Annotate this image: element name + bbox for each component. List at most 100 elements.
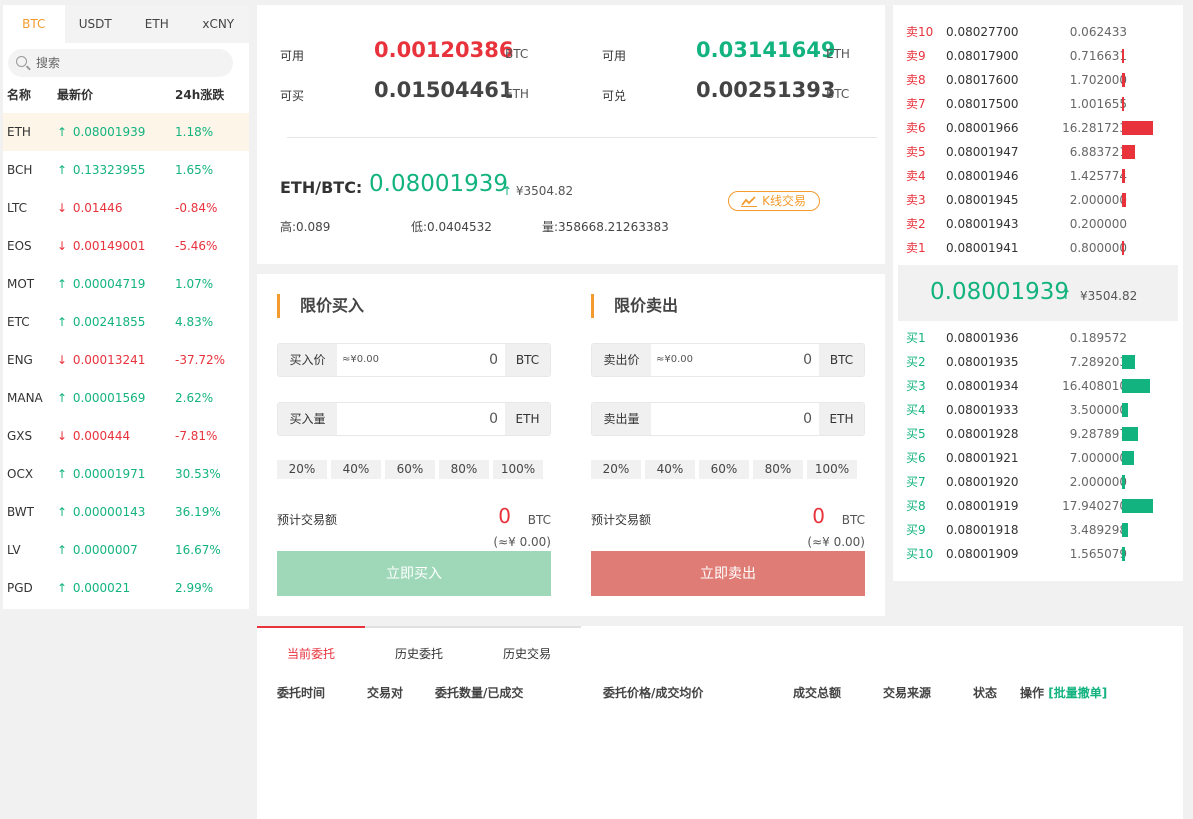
ask-row[interactable]: 卖2 0.08001943 0.200000 (893, 212, 1183, 236)
sell-now-button[interactable]: 立即卖出 (591, 551, 865, 596)
market-row[interactable]: PGD ↑ 0.000021 2.99% (3, 569, 249, 607)
bid-row[interactable]: 买10 0.08001909 1.565079 (893, 542, 1183, 566)
pair-last-price: ↓ 0.00149001 (53, 227, 171, 265)
pair-symbol: GXS (7, 429, 33, 443)
up-arrow-icon: ↑ (1060, 287, 1072, 303)
market-row[interactable]: EOS ↓ 0.00149001 -5.46% (3, 227, 249, 265)
can-exchange-unit: BTC (826, 87, 850, 101)
sell-pct-40[interactable]: 40% (645, 460, 695, 479)
tab-btc[interactable]: BTC (3, 5, 65, 43)
market-row[interactable]: BCH ↑ 0.13323955 1.65% (3, 151, 249, 189)
pair-change: 1.65% (175, 163, 214, 177)
header-price: 最新价 (57, 88, 94, 102)
tab-trade-history[interactable]: 历史交易 (473, 628, 581, 664)
market-row[interactable]: GXS ↓ 0.000444 -7.81% (3, 417, 249, 455)
buy-pct-100[interactable]: 100% (493, 460, 543, 479)
market-row[interactable]: LTC ↓ 0.01446 -0.84% (3, 189, 249, 227)
market-row[interactable]: MOT ↑ 0.00004719 1.07% (3, 265, 249, 303)
market-row[interactable]: OCX ↑ 0.00001971 30.53% (3, 455, 249, 493)
bid-row[interactable]: 买9 0.08001918 3.489298 (893, 518, 1183, 542)
level-amount: 0.062433 (1069, 25, 1127, 39)
bid-row[interactable]: 买2 0.08001935 7.289203 (893, 350, 1183, 374)
sell-percent-buttons: 20% 40% 60% 80% 100% (591, 460, 861, 479)
pair-symbol: EOS (7, 239, 32, 253)
buy-price-input[interactable] (338, 344, 498, 376)
price-value: 0.000021 (72, 581, 131, 595)
level-tag: 卖5 (906, 145, 926, 159)
last-price-cny: ¥3504.82 (1080, 289, 1138, 303)
level-amount: 0.189572 (1069, 331, 1127, 345)
up-arrow-icon: ↑ (57, 543, 68, 557)
sell-pct-60[interactable]: 60% (699, 460, 749, 479)
depth-bar (1122, 49, 1124, 63)
chart-icon (741, 196, 757, 207)
tab-xcny[interactable]: xCNY (188, 5, 250, 43)
depth-bar (1122, 451, 1134, 465)
tab-current-orders[interactable]: 当前委托 (257, 626, 365, 664)
kline-label: K线交易 (762, 194, 806, 208)
level-amount: 0.200000 (1069, 217, 1127, 231)
sell-amount-input[interactable] (652, 403, 812, 435)
bid-row[interactable]: 买4 0.08001933 3.500000 (893, 398, 1183, 422)
sell-pct-100[interactable]: 100% (807, 460, 857, 479)
buy-pct-60[interactable]: 60% (385, 460, 435, 479)
market-row[interactable]: ETH ↑ 0.08001939 1.18% (3, 113, 249, 151)
pair-symbol: BWT (7, 505, 34, 519)
market-row[interactable]: LV ↑ 0.0000007 16.67% (3, 531, 249, 569)
tab-eth[interactable]: ETH (126, 5, 188, 43)
ask-row[interactable]: 卖4 0.08001946 1.425774 (893, 164, 1183, 188)
pair-change: -7.81% (175, 429, 218, 443)
col-price-avg: 委托价格/成交均价 (603, 686, 704, 700)
bid-row[interactable]: 买6 0.08001921 7.000000 (893, 446, 1183, 470)
ask-row[interactable]: 卖8 0.08017600 1.702000 (893, 68, 1183, 92)
market-row[interactable]: BWT ↑ 0.00000143 36.19% (3, 493, 249, 531)
price-value: 0.00001569 (72, 391, 146, 405)
bid-row[interactable]: 买1 0.08001936 0.189572 (893, 326, 1183, 350)
level-price: 0.08001918 (946, 523, 1019, 537)
depth-bar (1122, 379, 1150, 393)
level-price: 0.08027700 (946, 25, 1019, 39)
pair-last-price: ↓ 0.00013241 (53, 341, 171, 379)
sell-pct-20[interactable]: 20% (591, 460, 641, 479)
kline-button[interactable]: K线交易 (728, 191, 820, 211)
bid-row[interactable]: 买3 0.08001934 16.408010 (893, 374, 1183, 398)
ask-row[interactable]: 卖1 0.08001941 0.800000 (893, 236, 1183, 260)
can-exchange-label: 可兑 (602, 89, 627, 103)
ask-row[interactable]: 卖7 0.08017500 1.001655 (893, 92, 1183, 116)
buy-pct-40[interactable]: 40% (331, 460, 381, 479)
ask-row[interactable]: 卖5 0.08001947 6.883721 (893, 140, 1183, 164)
sell-price-input[interactable] (652, 344, 812, 376)
market-row[interactable]: ETC ↑ 0.00241855 4.83% (3, 303, 249, 341)
bid-row[interactable]: 买5 0.08001928 9.287897 (893, 422, 1183, 446)
depth-bar (1122, 193, 1126, 207)
up-arrow-icon: ↑ (502, 184, 513, 198)
ask-row[interactable]: 卖6 0.08001966 16.281723 (893, 116, 1183, 140)
ask-row[interactable]: 卖3 0.08001945 2.000000 (893, 188, 1183, 212)
down-arrow-icon: ↓ (57, 239, 68, 253)
buy-pct-20[interactable]: 20% (277, 460, 327, 479)
pair-last-price: ↑ 0.00004719 (53, 265, 171, 303)
buy-amount-input[interactable] (338, 403, 498, 435)
tab-usdt[interactable]: USDT (65, 5, 127, 43)
orders-tabs: 当前委托 历史委托 历史交易 (257, 626, 581, 664)
price-value: 0.00013241 (72, 353, 146, 367)
ask-row[interactable]: 卖10 0.08027700 0.062433 (893, 20, 1183, 44)
level-amount: 9.287897 (1069, 427, 1127, 441)
bid-row[interactable]: 买7 0.08001920 2.000000 (893, 470, 1183, 494)
buy-now-button[interactable]: 立即买入 (277, 551, 551, 596)
ask-row[interactable]: 卖9 0.08017900 0.716631 (893, 44, 1183, 68)
market-row[interactable]: ENG ↓ 0.00013241 -37.72% (3, 341, 249, 379)
trade-panel: 限价买入 买入价 ≈¥0.00 BTC 买入量 ETH 20% 40% 60% … (257, 274, 885, 616)
buy-est-unit: BTC (527, 513, 551, 527)
level-tag: 买6 (906, 451, 926, 465)
batch-cancel-button[interactable]: [批量撤单] (1048, 686, 1107, 700)
tab-order-history[interactable]: 历史委托 (365, 628, 473, 664)
sell-pct-80[interactable]: 80% (753, 460, 803, 479)
search-input[interactable] (36, 49, 226, 77)
market-row[interactable]: MANA ↑ 0.00001569 2.62% (3, 379, 249, 417)
col-pair: 交易对 (367, 686, 404, 700)
bid-row[interactable]: 买8 0.08001919 17.940270 (893, 494, 1183, 518)
pair-change: 36.19% (175, 505, 221, 519)
buy-pct-80[interactable]: 80% (439, 460, 489, 479)
level-amount: 2.000000 (1069, 193, 1127, 207)
